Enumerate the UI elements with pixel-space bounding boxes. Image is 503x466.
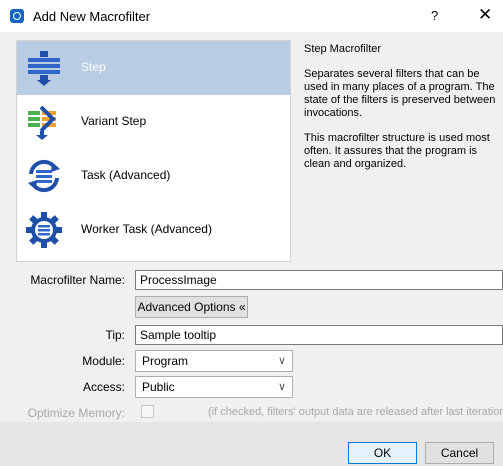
list-item-task[interactable]: Task (Advanced) bbox=[17, 149, 290, 203]
module-label: Module: bbox=[82, 354, 125, 368]
list-item-step[interactable]: Step bbox=[17, 41, 290, 95]
list-item-label: Variant Step bbox=[81, 114, 147, 128]
list-item-label: Step bbox=[81, 60, 106, 74]
macrofilter-name-input[interactable]: ProcessImage bbox=[135, 270, 503, 290]
macrofilter-name-label: Macrofilter Name: bbox=[30, 273, 125, 287]
optimize-memory-label: Optimize Memory: bbox=[27, 406, 125, 420]
step-icon bbox=[28, 51, 60, 86]
list-item-worker-task[interactable]: Worker Task (Advanced) bbox=[17, 203, 290, 257]
advanced-options-button[interactable]: Advanced Options « bbox=[135, 296, 248, 318]
title-bar: Add New Macrofilter ? ✕ bbox=[0, 0, 503, 32]
access-label: Access: bbox=[82, 380, 125, 394]
list-item-label: Task (Advanced) bbox=[81, 168, 171, 182]
close-button[interactable]: ✕ bbox=[478, 5, 492, 25]
access-select-value: Public bbox=[142, 380, 175, 394]
chevron-down-icon: ∨ bbox=[277, 355, 286, 367]
description-title: Step Macrofilter bbox=[304, 43, 382, 55]
description-paragraph-1: Separates several filters that can be us… bbox=[304, 68, 496, 119]
list-item-variant-step[interactable]: Variant Step bbox=[17, 95, 290, 149]
help-button[interactable]: ? bbox=[431, 8, 438, 23]
tip-label: Tip: bbox=[105, 328, 125, 342]
variant-step-icon bbox=[28, 105, 56, 140]
access-select[interactable]: Public ∨ bbox=[135, 376, 293, 398]
description-paragraph-2: This macrofilter structure is used most … bbox=[304, 132, 490, 170]
chevron-down-icon: ∨ bbox=[277, 381, 286, 393]
window-title: Add New Macrofilter bbox=[33, 9, 151, 24]
macrofilter-type-list: Step Variant Step Task (Advanced) Worker… bbox=[16, 40, 291, 262]
tip-input[interactable]: Sample tooltip bbox=[135, 325, 503, 345]
ok-button[interactable]: OK bbox=[348, 442, 417, 464]
worker-task-icon bbox=[26, 212, 62, 248]
list-item-label: Worker Task (Advanced) bbox=[81, 222, 212, 236]
task-icon bbox=[28, 159, 60, 193]
module-select-value: Program bbox=[142, 354, 189, 368]
module-select[interactable]: Program ∨ bbox=[135, 350, 293, 372]
app-icon bbox=[10, 9, 24, 23]
optimize-memory-checkbox[interactable] bbox=[141, 405, 154, 418]
optimize-memory-hint: (if checked, filters' output data are re… bbox=[208, 406, 503, 418]
cancel-button[interactable]: Cancel bbox=[425, 442, 494, 464]
